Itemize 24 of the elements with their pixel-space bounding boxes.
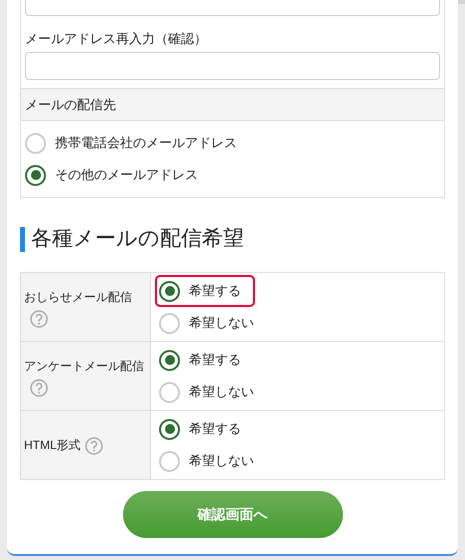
radio-option[interactable]: 希望する [155, 413, 255, 445]
heading-accent-bar [20, 226, 25, 252]
radio-button[interactable] [159, 280, 180, 302]
email-confirm-field[interactable] [25, 52, 440, 80]
radio-option[interactable]: その他のメールアドレス [25, 159, 440, 191]
help-icon[interactable] [30, 310, 48, 328]
radio-option[interactable]: 希望する [155, 344, 255, 376]
row-label: おしらせメール配信 [24, 289, 132, 306]
radio-button[interactable] [25, 164, 46, 186]
field-label: メールアドレス再入力（確認） [25, 30, 208, 48]
section-header: メールの配信先 [21, 88, 444, 121]
radio-button[interactable] [159, 350, 180, 370]
row-label: アンケートメール配信 [24, 358, 144, 375]
email-input-field[interactable] [25, 0, 440, 16]
help-icon[interactable] [84, 436, 103, 455]
radio-option[interactable]: 希望しない [155, 376, 268, 408]
radio-option[interactable]: 希望する [155, 275, 255, 307]
radio-option[interactable]: 希望しない [155, 445, 268, 477]
section-title: 各種メールの配信希望 [31, 226, 244, 252]
row-label: HTML形式 [24, 437, 81, 454]
help-icon[interactable] [30, 379, 48, 397]
radio-option[interactable]: 希望しない [155, 307, 268, 339]
radio-option[interactable]: 携帯電話会社のメールアドレス [25, 127, 440, 159]
radio-button[interactable] [159, 418, 180, 440]
